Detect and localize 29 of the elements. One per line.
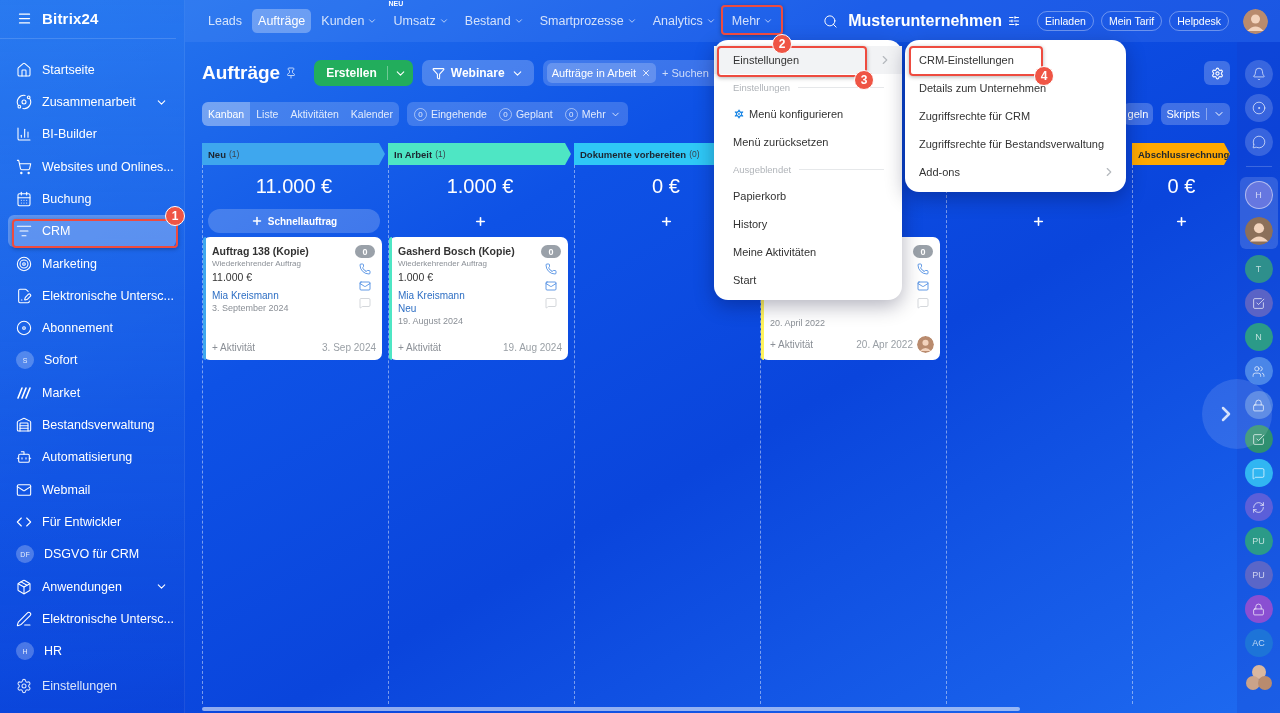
count-badge: 0	[913, 245, 933, 258]
menu-section-label: Einstellungen	[733, 81, 791, 93]
card-subtitle: Wiederkehrender Auftrag	[212, 259, 302, 268]
column-header: Neu (1)	[202, 143, 385, 165]
card-amount: 11.000 €	[212, 271, 254, 283]
menu-section-label: Ausgeblendet	[733, 163, 792, 175]
column-total: 1.000 €	[446, 174, 514, 198]
step-number: 2	[772, 34, 792, 54]
card-footer-date: 3. Sep 2024	[321, 342, 376, 353]
page-title: Aufträge	[202, 62, 281, 84]
card-date: 3. September 2024	[212, 303, 290, 313]
column-total: 0 €	[1167, 174, 1196, 198]
card-amount: 1.000 €	[398, 271, 435, 283]
card-date: 19. August 2024	[398, 316, 465, 326]
column-header: In Arbeit (1)	[388, 143, 571, 165]
column-header: Abschlussrechnung	[1132, 143, 1230, 165]
card-footer-date: 20. Apr 2022	[855, 339, 913, 350]
card-date: 20. April 2022	[770, 318, 827, 328]
card-title: Auftrag 138 (Kopie)	[212, 245, 310, 257]
logo: Bitrix24	[42, 10, 99, 28]
count-badge: 0	[355, 245, 375, 258]
company-name: Musterunternehmen	[848, 12, 1002, 30]
card-title: Gasherd Bosch (Kopie)	[398, 245, 516, 257]
step-number: 1	[165, 206, 185, 226]
card-subtitle: Wiederkehrender Auftrag	[398, 259, 488, 268]
column-total: 11.000 €	[255, 174, 333, 198]
card-footer-date: 19. Aug 2024	[502, 342, 562, 353]
column-total: 0 €	[652, 174, 680, 198]
count-badge: 0	[541, 245, 561, 258]
